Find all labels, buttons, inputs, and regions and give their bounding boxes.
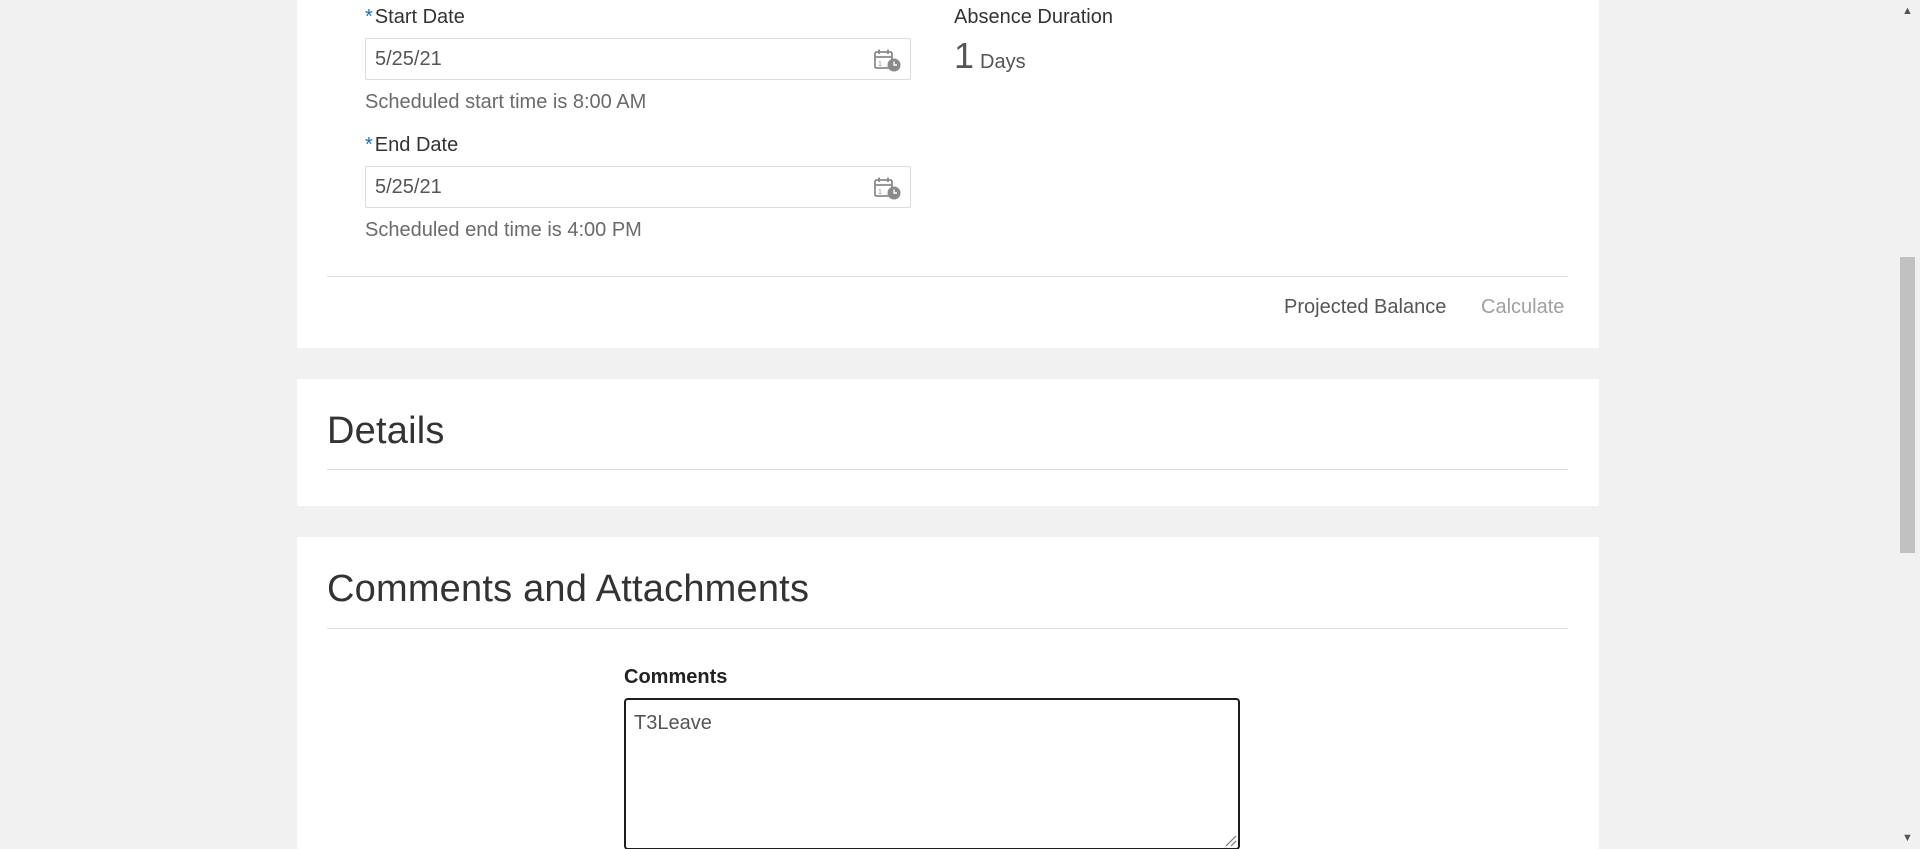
end-date-label: * End Date	[365, 133, 458, 157]
page-viewport: *Start Date 1 Scheduled start time is 8:…	[0, 0, 1920, 849]
duration-unit: Days	[980, 51, 1026, 73]
absence-duration-value: 1 Days	[954, 36, 1026, 76]
required-marker: *	[365, 6, 373, 28]
vertical-scrollbar[interactable]: ▲ ▼	[1895, 0, 1920, 849]
arrow-up-icon[interactable]: ▲	[1895, 0, 1920, 22]
end-date-input[interactable]	[366, 167, 910, 207]
comments-textarea[interactable]	[626, 700, 1238, 848]
svg-text:1: 1	[878, 61, 882, 68]
required-marker: *	[365, 134, 373, 156]
arrow-down-icon[interactable]: ▼	[1895, 827, 1920, 849]
comments-field[interactable]	[624, 698, 1240, 849]
comments-attachments-title: Comments and Attachments	[327, 568, 810, 610]
projected-balance-link[interactable]: Projected Balance	[1284, 295, 1446, 319]
duration-number: 1	[954, 35, 975, 76]
details-card: Details	[297, 379, 1599, 506]
start-time-helper: Scheduled start time is 8:00 AM	[365, 91, 647, 113]
start-date-label: * Start Date	[365, 5, 465, 29]
resize-grip-icon[interactable]	[1223, 833, 1237, 847]
comments-label: Comments	[624, 666, 728, 688]
calculate-link[interactable]: Calculate	[1481, 295, 1564, 319]
absence-duration-label: Absence Duration	[954, 6, 1113, 28]
start-date-input[interactable]	[366, 39, 910, 79]
end-date-label-text: End Date	[374, 134, 459, 156]
details-divider	[327, 469, 1568, 470]
end-date-field[interactable]: 1	[365, 166, 911, 208]
calendar-clock-icon[interactable]: 1	[874, 49, 902, 73]
svg-text:1: 1	[878, 189, 882, 196]
start-date-label-text: Start Date	[374, 6, 465, 28]
calendar-clock-icon[interactable]: 1	[874, 177, 902, 201]
comments-divider	[327, 628, 1568, 629]
start-date-field[interactable]: 1	[365, 38, 911, 80]
scrollbar-thumb[interactable]	[1900, 257, 1915, 553]
section-divider	[327, 276, 1568, 277]
dates-card: *Start Date 1 Scheduled start time is 8:…	[297, 0, 1599, 348]
comments-attachments-card: Comments and Attachments Comments	[297, 537, 1599, 849]
end-time-helper: Scheduled end time is 4:00 PM	[365, 219, 642, 241]
details-title: Details	[327, 410, 445, 452]
